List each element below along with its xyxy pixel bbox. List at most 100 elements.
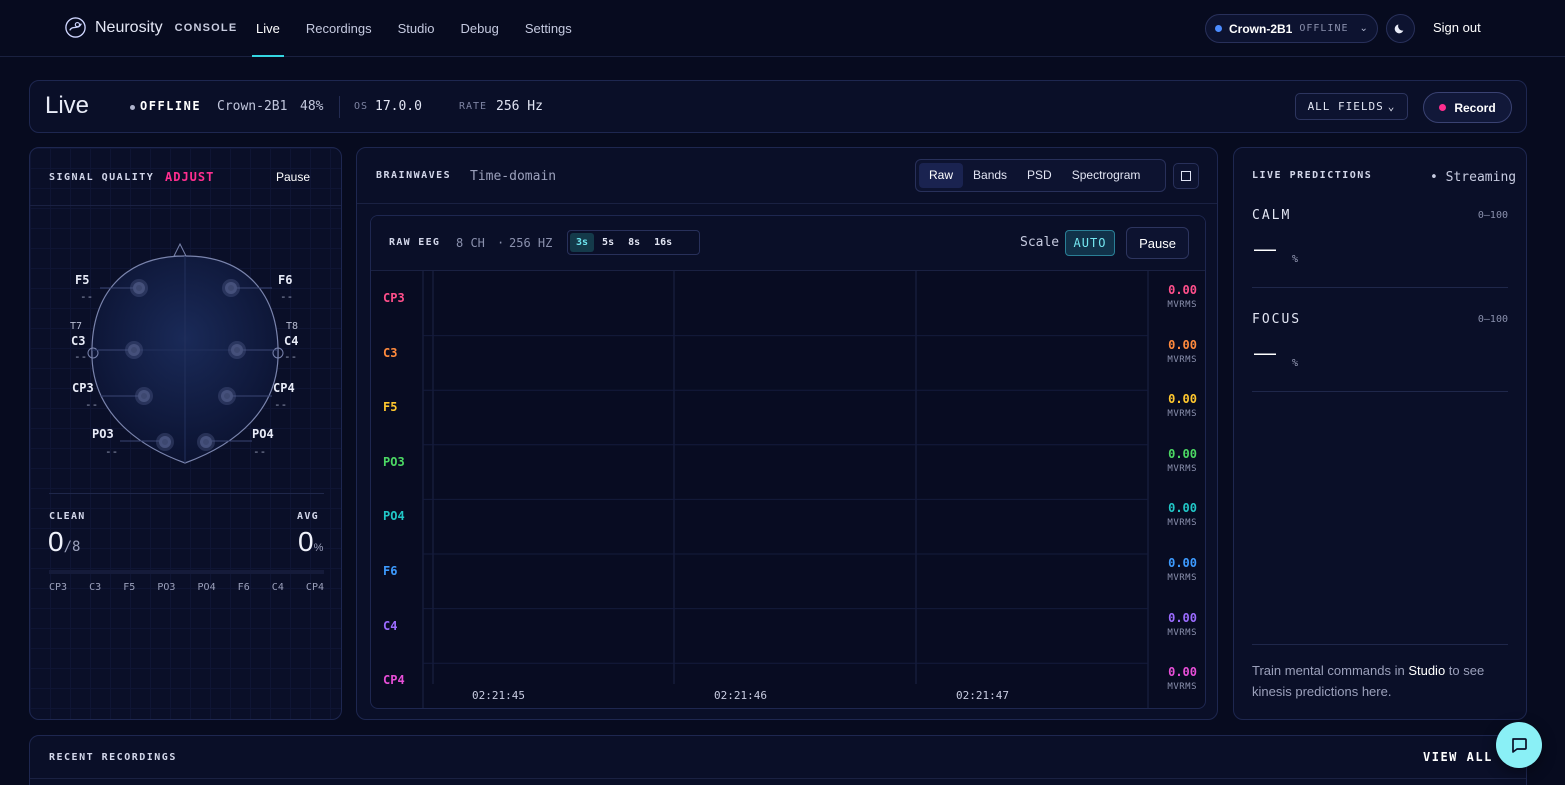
prediction-unit: %: [1292, 358, 1299, 369]
nav-studio[interactable]: Studio: [398, 0, 435, 57]
live-predictions-title: LIVE PREDICTIONS: [1252, 170, 1373, 181]
avg-value: 0: [298, 526, 314, 557]
app-subtitle: CONSOLE: [174, 21, 238, 34]
expand-button[interactable]: [1173, 163, 1199, 189]
channel-label-c3: C3: [383, 345, 398, 360]
device-status: OFFLINE: [1299, 23, 1349, 34]
quality-bar: [49, 570, 324, 574]
nav-recordings[interactable]: Recordings: [306, 0, 372, 57]
scale-label: Scale: [1020, 235, 1060, 250]
avg-label: AVG: [297, 511, 319, 522]
view-all-link[interactable]: VIEW ALL: [1423, 750, 1493, 764]
electrode-po4[interactable]: [197, 433, 215, 451]
adjust-link[interactable]: ADJUST: [165, 170, 214, 184]
divider: [357, 203, 1217, 204]
channel-value-c4: 0.00: [1168, 610, 1197, 625]
electrode-label-po4: PO4: [252, 427, 274, 441]
logo[interactable]: Neurosity CONSOLE: [64, 16, 237, 39]
prediction-range: 0–100: [1477, 210, 1508, 221]
os-version: 17.0.0: [375, 99, 422, 114]
electrode-label-t8: T8: [286, 321, 299, 332]
electrode-cp4[interactable]: [218, 387, 236, 405]
status-bar: Live OFFLINE Crown-2B1 48% OS 17.0.0 RAT…: [29, 80, 1527, 133]
nose-marker: [173, 242, 187, 257]
tab-bands[interactable]: Bands: [963, 163, 1017, 188]
electrode-f6[interactable]: [222, 279, 240, 297]
device-selector[interactable]: Crown-2B1 OFFLINE ⌄: [1205, 14, 1378, 43]
divider: [49, 493, 324, 494]
electrode-c3[interactable]: [125, 341, 143, 359]
streaming-status: • Streaming: [1430, 170, 1517, 185]
neurosity-logo-icon: [65, 17, 86, 38]
quality-channel: F6: [237, 582, 250, 593]
device-name: Crown-2B1: [1229, 21, 1293, 36]
window-5s-button[interactable]: 5s: [596, 233, 620, 252]
electrode-value-f5: --: [80, 290, 94, 303]
signal-pause-button[interactable]: Pause: [276, 170, 310, 184]
chevron-down-icon: ⌄: [1387, 100, 1396, 113]
divider: [30, 778, 1526, 779]
sample-rate: 256 Hz: [496, 99, 543, 114]
channel-label-cp3: CP3: [383, 291, 405, 305]
theme-toggle-button[interactable]: [1386, 14, 1415, 43]
electrode-label-cp3: CP3: [72, 381, 94, 395]
electrode-f5[interactable]: [130, 279, 148, 297]
tab-raw[interactable]: Raw: [919, 163, 964, 188]
electrode-label-c4: C4: [284, 334, 299, 348]
quality-channel: CP4: [305, 582, 324, 593]
studio-link[interactable]: Studio: [1408, 663, 1445, 678]
electrode-label-cp4: CP4: [273, 381, 295, 395]
chevron-down-icon: ⌄: [1359, 23, 1368, 34]
tab-psd[interactable]: PSD: [1017, 163, 1062, 188]
electrode-value-f6: --: [280, 290, 294, 303]
nav-live[interactable]: Live: [252, 0, 284, 57]
record-label: Record: [1454, 100, 1496, 115]
electrode-po3[interactable]: [156, 433, 174, 451]
electrode-c4[interactable]: [228, 341, 246, 359]
electrode-label-f5: F5: [75, 273, 90, 287]
channel-unit: MVRMS: [1167, 354, 1197, 365]
prediction-focus: FOCUS 0–100 — %: [1252, 312, 1508, 392]
raw-eeg-header: RAW EEG 8 CH · 256 HZ 3s 5s 8s 16s Scale…: [371, 216, 1205, 271]
avg-quality: 0%: [298, 526, 323, 558]
channel-value-po3: 0.00: [1168, 446, 1197, 461]
channel-label-po3: PO3: [383, 454, 405, 469]
rate-label: RATE: [459, 101, 488, 112]
recent-recordings-title: RECENT RECORDINGS: [49, 752, 177, 763]
scale-auto-button[interactable]: AUTO: [1065, 230, 1115, 256]
brainwaves-subtitle: Time-domain: [470, 169, 557, 184]
record-button[interactable]: Record: [1423, 92, 1512, 123]
hint-text: Train mental commands in: [1252, 663, 1409, 678]
window-8s-button[interactable]: 8s: [622, 233, 646, 252]
nav-debug[interactable]: Debug: [461, 0, 499, 57]
signal-quality-title: SIGNAL QUALITY: [49, 172, 155, 183]
electrode-cp3[interactable]: [135, 387, 153, 405]
page-title: Live: [45, 92, 90, 119]
electrode-value-c4: --: [284, 350, 298, 363]
brainwaves-panel: BRAINWAVES Time-domain Raw Bands PSD Spe…: [356, 147, 1218, 720]
clean-total: /8: [63, 539, 81, 555]
all-fields-dropdown[interactable]: ALL FIELDS ⌄: [1295, 93, 1408, 120]
window-16s-button[interactable]: 16s: [648, 233, 678, 252]
channel-unit: MVRMS: [1167, 409, 1197, 420]
divider: [339, 96, 340, 118]
window-3s-button[interactable]: 3s: [570, 233, 595, 252]
os-label: OS: [354, 101, 369, 112]
tab-spectrogram[interactable]: Spectrogram: [1062, 163, 1151, 188]
quality-channel-list: CP3 C3 F5 PO3 PO4 F6 C4 CP4: [49, 582, 324, 593]
quality-channel: F5: [123, 582, 136, 593]
eeg-pause-button[interactable]: Pause: [1126, 227, 1189, 259]
chat-button[interactable]: [1496, 722, 1542, 768]
time-tick-label: 02:21:46: [714, 689, 767, 702]
time-tick-label: 02:21:47: [956, 689, 1009, 702]
electrode-value-po3: --: [105, 445, 119, 458]
time-window-selector: 3s 5s 8s 16s: [567, 230, 700, 255]
electrode-value-po4: --: [253, 445, 267, 458]
sign-out-link[interactable]: Sign out: [1433, 20, 1481, 35]
nav-settings[interactable]: Settings: [525, 0, 572, 57]
separator-dot: ·: [497, 236, 505, 250]
channel-label-f5: F5: [383, 400, 398, 415]
channel-value-f5: 0.00: [1168, 392, 1197, 407]
channel-label-f6: F6: [383, 564, 398, 578]
channel-unit: MVRMS: [1167, 518, 1197, 529]
